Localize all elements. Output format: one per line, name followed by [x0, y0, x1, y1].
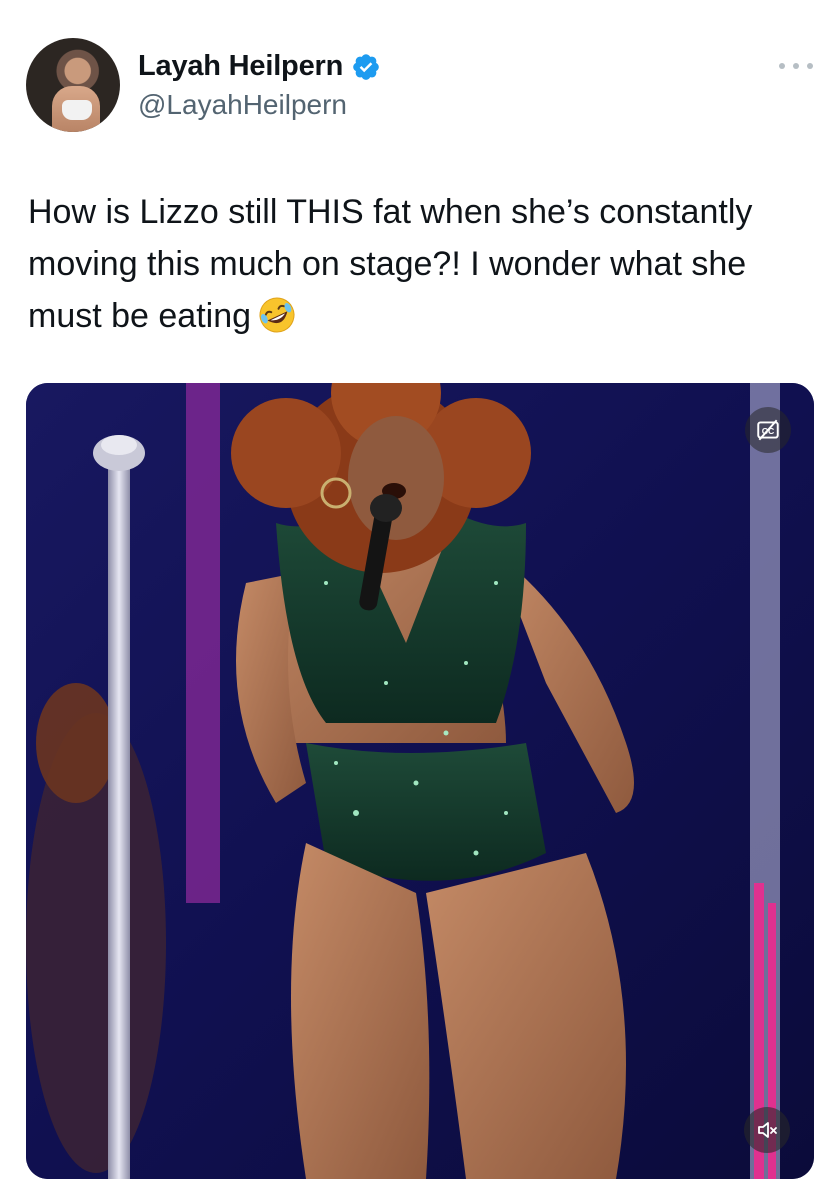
more-dot — [807, 63, 813, 69]
avatar-clothing — [62, 100, 92, 120]
tweet-video[interactable]: CC — [26, 383, 814, 1179]
rolling-on-floor-laughing-emoji-icon — [257, 295, 297, 335]
more-dot — [793, 63, 799, 69]
tweet-text: How is Lizzo still THIS fat when she’s c… — [28, 186, 818, 342]
more-dot — [779, 63, 785, 69]
more-options-icon[interactable] — [779, 56, 813, 76]
verified-badge-icon — [351, 52, 381, 82]
speaker-muted-icon[interactable] — [744, 1107, 790, 1153]
author-name-row: Layah Heilpern — [138, 50, 381, 83]
video-frame — [26, 383, 814, 1179]
author-avatar[interactable] — [26, 38, 120, 132]
tweet-card: Layah Heilpern @LayahHeilpern How is Liz… — [0, 0, 840, 1200]
author-display-name[interactable]: Layah Heilpern — [138, 50, 343, 83]
closed-captions-off-icon[interactable]: CC — [745, 407, 791, 453]
tweet-text-body: How is Lizzo still THIS fat when she’s c… — [28, 193, 753, 335]
author-handle[interactable]: @LayahHeilpern — [138, 89, 347, 121]
